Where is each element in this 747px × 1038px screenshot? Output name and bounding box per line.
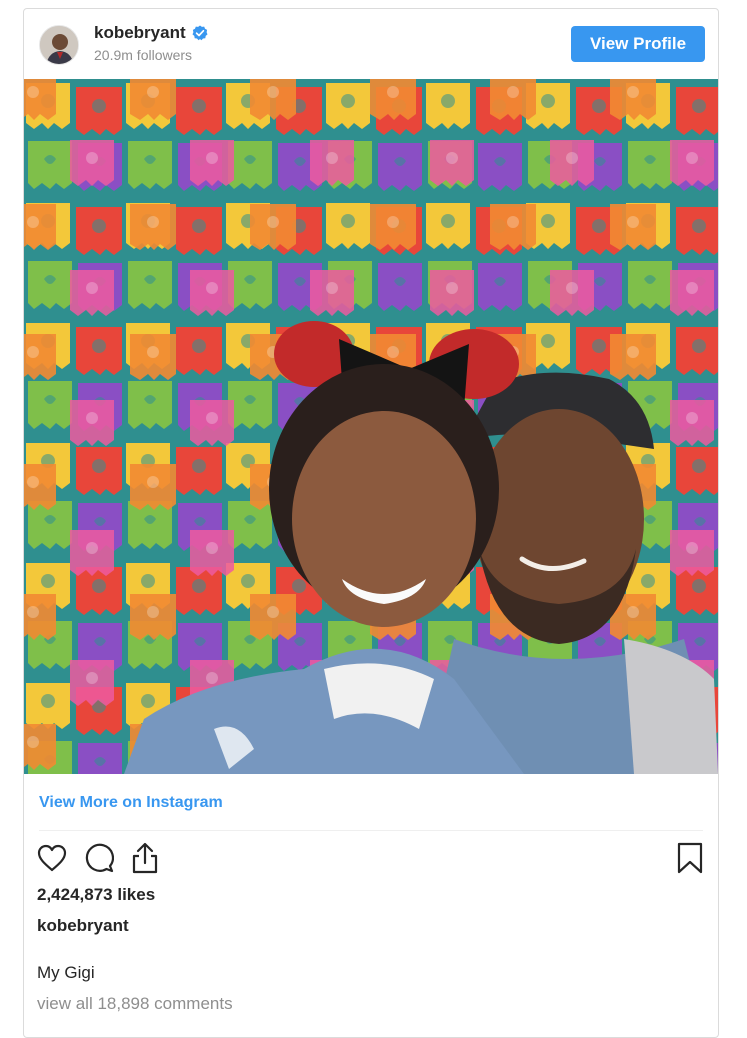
- username[interactable]: kobebryant: [94, 23, 186, 43]
- instagram-embed-card: kobebryant 20.9m followers View Profile: [23, 8, 719, 1038]
- action-bar: [37, 842, 705, 874]
- comment-icon: [85, 843, 114, 873]
- username-row: kobebryant: [94, 23, 208, 43]
- like-count: 2,424,873 likes: [37, 885, 156, 904]
- view-comments-link[interactable]: view all 18,898 comments: [37, 994, 233, 1014]
- post-header: kobebryant 20.9m followers View Profile: [24, 9, 718, 79]
- share-button[interactable]: [130, 842, 160, 874]
- verified-badge-icon: [192, 25, 208, 41]
- bookmark-icon: [677, 842, 703, 874]
- view-profile-button[interactable]: View Profile: [571, 26, 705, 62]
- follower-count: 20.9m followers: [94, 47, 193, 63]
- share-icon: [132, 842, 158, 874]
- heart-icon: [37, 844, 67, 872]
- post-photo[interactable]: [24, 79, 718, 774]
- caption-author[interactable]: kobebryant: [37, 916, 129, 936]
- divider: [39, 830, 703, 831]
- comment-button[interactable]: [84, 842, 114, 874]
- avatar[interactable]: [39, 25, 79, 65]
- caption-text: My Gigi: [37, 963, 95, 982]
- like-button[interactable]: [37, 842, 67, 874]
- view-more-link[interactable]: View More on Instagram: [39, 794, 223, 812]
- save-button[interactable]: [675, 842, 705, 874]
